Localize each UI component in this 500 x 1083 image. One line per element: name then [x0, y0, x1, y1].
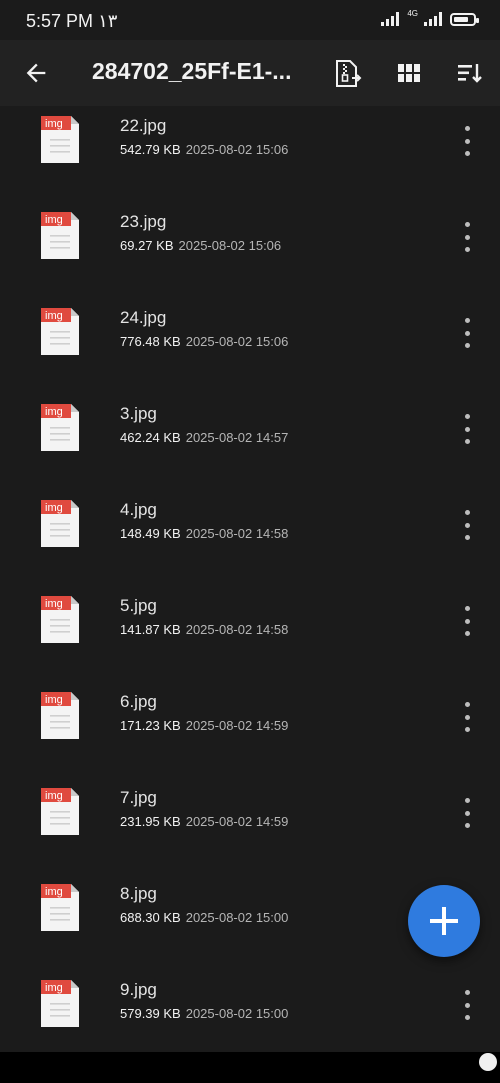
status-extra: ١٣: [98, 11, 118, 31]
file-date: 2025-08-02 14:59: [185, 814, 289, 829]
file-date: 2025-08-02 14:58: [185, 526, 289, 541]
navigation-bar: [0, 1052, 500, 1083]
file-date: 2025-08-02 15:06: [185, 334, 289, 349]
file-meta: 231.95 KB 2025-08-02 14:59: [120, 814, 288, 829]
file-size: 579.39 KB: [120, 1006, 181, 1021]
file-type-label: img: [45, 886, 63, 898]
status-icons: 4G: [381, 8, 479, 26]
image-file-icon: img: [41, 980, 79, 1027]
file-date: 2025-08-02 14:58: [185, 622, 289, 637]
file-meta: 69.27 KB 2025-08-02 15:06: [120, 238, 281, 253]
more-options-icon[interactable]: [456, 222, 478, 252]
file-type-label: img: [45, 598, 63, 610]
file-size: 171.23 KB: [120, 718, 181, 733]
file-meta: 141.87 KB 2025-08-02 14:58: [120, 622, 288, 637]
signal-icon: [381, 12, 400, 26]
signal-icon-2: [424, 12, 442, 26]
back-arrow-icon[interactable]: [22, 59, 50, 87]
file-meta: 462.24 KB 2025-08-02 14:57: [120, 430, 288, 445]
file-size: 542.79 KB: [120, 142, 181, 157]
file-type-label: img: [45, 310, 63, 322]
image-file-icon: img: [41, 692, 79, 739]
file-type-label: img: [45, 406, 63, 418]
file-type-label: img: [45, 214, 63, 226]
file-row[interactable]: img 22.jpg 542.79 KB 2025-08-02 15:06: [0, 106, 500, 180]
more-options-icon[interactable]: [456, 702, 478, 732]
more-options-icon[interactable]: [456, 414, 478, 444]
file-name: 4.jpg: [120, 500, 157, 519]
file-type-label: img: [45, 694, 63, 706]
file-name: 24.jpg: [120, 308, 167, 327]
file-name: 6.jpg: [120, 692, 157, 711]
file-date: 2025-08-02 15:06: [185, 142, 289, 157]
more-options-icon[interactable]: [456, 318, 478, 348]
file-name: 7.jpg: [120, 788, 157, 807]
more-options-icon[interactable]: [456, 798, 478, 828]
image-file-icon: img: [41, 212, 79, 259]
file-name: 9.jpg: [120, 980, 157, 999]
more-options-icon[interactable]: [456, 990, 478, 1020]
file-size: 688.30 KB: [120, 910, 181, 925]
file-row[interactable]: img 7.jpg 231.95 KB 2025-08-02 14:59: [0, 756, 500, 852]
battery-icon: [450, 12, 479, 26]
file-row[interactable]: img 23.jpg 69.27 KB 2025-08-02 15:06: [0, 180, 500, 276]
more-options-icon[interactable]: [456, 510, 478, 540]
battery-fill: [454, 16, 468, 22]
image-file-icon: img: [41, 308, 79, 355]
file-name: 8.jpg: [120, 884, 157, 903]
file-meta: 579.39 KB 2025-08-02 15:00: [120, 1006, 288, 1021]
file-meta: 542.79 KB 2025-08-02 15:06: [120, 142, 288, 157]
file-type-label: img: [45, 790, 63, 802]
file-name: 22.jpg: [120, 116, 167, 135]
zip-extract-icon[interactable]: [332, 59, 362, 89]
file-name: 5.jpg: [120, 596, 157, 615]
file-type-label: img: [45, 502, 63, 514]
file-date: 2025-08-02 15:00: [185, 1006, 289, 1021]
file-date: 2025-08-02 14:57: [185, 430, 289, 445]
file-size: 141.87 KB: [120, 622, 181, 637]
file-meta: 171.23 KB 2025-08-02 14:59: [120, 718, 288, 733]
file-size: 462.24 KB: [120, 430, 181, 445]
network-type: 4G: [407, 8, 418, 18]
file-type-label: img: [45, 118, 63, 130]
image-file-icon: img: [41, 500, 79, 547]
more-options-icon[interactable]: [456, 126, 478, 156]
assistive-dot[interactable]: [479, 1053, 497, 1071]
status-time: 5:57 PM ١٣: [26, 11, 118, 31]
app-toolbar: 284702_25Ff-E1-...: [0, 40, 500, 106]
file-type-label: img: [45, 982, 63, 994]
image-file-icon: img: [41, 116, 79, 163]
image-file-icon: img: [41, 596, 79, 643]
image-file-icon: img: [41, 884, 79, 931]
file-size: 231.95 KB: [120, 814, 181, 829]
file-meta: 776.48 KB 2025-08-02 15:06: [120, 334, 288, 349]
file-date: 2025-08-02 15:00: [185, 910, 289, 925]
file-date: 2025-08-02 14:59: [185, 718, 289, 733]
file-meta: 148.49 KB 2025-08-02 14:58: [120, 526, 288, 541]
file-size: 776.48 KB: [120, 334, 181, 349]
add-fab-button[interactable]: [408, 885, 480, 957]
file-row[interactable]: img 9.jpg 579.39 KB 2025-08-02 15:00: [0, 948, 500, 1044]
grid-view-icon[interactable]: [396, 60, 422, 86]
file-row[interactable]: img 6.jpg 171.23 KB 2025-08-02 14:59: [0, 660, 500, 756]
file-row[interactable]: img 4.jpg 148.49 KB 2025-08-02 14:58: [0, 468, 500, 564]
file-row[interactable]: img 24.jpg 776.48 KB 2025-08-02 15:06: [0, 276, 500, 372]
file-row[interactable]: img 5.jpg 141.87 KB 2025-08-02 14:58: [0, 564, 500, 660]
file-name: 3.jpg: [120, 404, 157, 423]
file-name: 23.jpg: [120, 212, 167, 231]
file-date: 2025-08-02 15:06: [178, 238, 282, 253]
more-options-icon[interactable]: [456, 606, 478, 636]
file-size: 148.49 KB: [120, 526, 181, 541]
status-bar: 5:57 PM ١٣ 4G: [0, 0, 500, 40]
image-file-icon: img: [41, 788, 79, 835]
plus-icon: [430, 907, 458, 935]
page-title: 284702_25Ff-E1-...: [92, 58, 292, 84]
file-meta: 688.30 KB 2025-08-02 15:00: [120, 910, 288, 925]
file-row[interactable]: img 3.jpg 462.24 KB 2025-08-02 14:57: [0, 372, 500, 468]
file-size: 69.27 KB: [120, 238, 174, 253]
image-file-icon: img: [41, 404, 79, 451]
sort-icon[interactable]: [456, 60, 484, 86]
